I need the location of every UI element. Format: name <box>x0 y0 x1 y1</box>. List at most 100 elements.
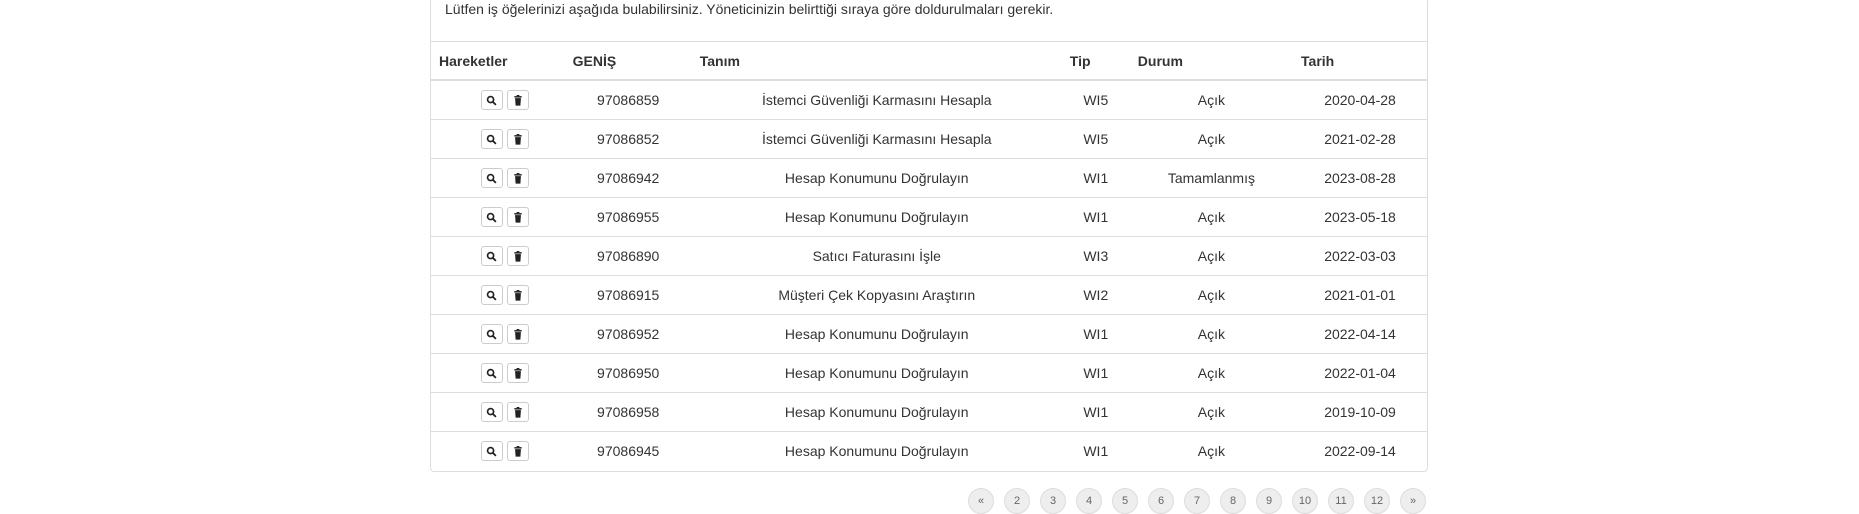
cell-status: Açık <box>1129 275 1294 315</box>
cell-date: 2022-04-14 <box>1293 314 1427 354</box>
header-status: Durum <box>1129 41 1294 81</box>
delete-button[interactable] <box>506 363 529 383</box>
cell-description: İstemci Güvenliği Karmasını Hesapla <box>691 119 1062 159</box>
table-row: 97086852 İstemci Güvenliği Karmasını Hesa… <box>431 119 1427 159</box>
view-button[interactable] <box>480 90 503 110</box>
intro-text: Lütfen iş öğelerinizi aşağıda bulabilirs… <box>445 1 1054 17</box>
header-actions: Hareketler <box>431 41 565 81</box>
delete-button[interactable] <box>506 168 529 188</box>
cell-type: WI1 <box>1061 314 1130 354</box>
trash-icon <box>513 406 523 418</box>
page-button[interactable]: « <box>968 488 994 514</box>
cell-date: 2020-04-28 <box>1293 80 1427 120</box>
view-button[interactable] <box>480 402 503 422</box>
search-icon <box>486 251 497 262</box>
cell-description: Hesap Konumunu Doğrulayın <box>784 443 969 459</box>
row-actions <box>431 275 565 315</box>
cell-id: 97086915 <box>564 275 692 315</box>
cell-id: 97086852 <box>564 119 692 159</box>
cell-status: Açık <box>1197 443 1226 459</box>
view-button[interactable] <box>480 285 503 305</box>
page-button[interactable]: » <box>1400 488 1426 514</box>
cell-id: 97086955 <box>564 197 692 237</box>
table-row: 97086955 Hesap Konumunu Doğrulayın WI1 Açık… <box>431 197 1427 237</box>
row-actions <box>431 353 565 393</box>
trash-icon <box>513 328 523 340</box>
cell-status: Açık <box>1129 314 1294 354</box>
page-button[interactable]: 4 <box>1076 488 1102 514</box>
delete-button[interactable] <box>506 285 529 305</box>
cell-date: 2021-02-28 <box>1293 119 1427 159</box>
page-button[interactable]: 11 <box>1328 488 1354 514</box>
cell-description: İstemci Güvenliği Karmasını Hesapla <box>691 80 1062 120</box>
search-icon <box>486 368 497 379</box>
cell-status: Açık <box>1129 236 1294 276</box>
delete-button[interactable] <box>506 441 529 461</box>
page-button[interactable]: 10 <box>1292 488 1318 514</box>
cell-type: WI2 <box>1061 275 1130 315</box>
page-button[interactable]: 12 <box>1364 488 1390 514</box>
view-button[interactable] <box>480 363 503 383</box>
delete-button[interactable] <box>506 90 529 110</box>
table-row: 97086942 Hesap Konumunu Doğrulayın WI1 Tama… <box>431 158 1427 198</box>
cell-description: Hesap Konumunu Doğrulayın <box>691 158 1062 198</box>
pagination: « 2 3 4 5 6 7 8 9 10 11 12 » <box>968 488 1426 514</box>
delete-button[interactable] <box>506 207 529 227</box>
cell-description: Satıcı Faturasını İşle <box>691 236 1062 276</box>
view-button[interactable] <box>480 168 503 188</box>
cell-date: 2019-10-09 <box>1293 392 1427 432</box>
delete-button[interactable] <box>506 246 529 266</box>
cell-type: WI1 <box>1061 353 1130 393</box>
page-button[interactable]: 6 <box>1148 488 1174 514</box>
cell-date: 2022-03-03 <box>1293 236 1427 276</box>
cell-type: WI5 <box>1061 80 1130 120</box>
cell-status: Tamamlanmış <box>1129 158 1294 198</box>
cell-status: Açık <box>1129 353 1294 393</box>
header-id: GENİŞ <box>564 41 692 81</box>
table-row: 97086958 Hesap Konumunu Doğrulayın WI1 Açık… <box>431 392 1427 432</box>
view-button[interactable] <box>480 324 503 344</box>
trash-icon <box>513 94 523 106</box>
row-actions <box>431 392 565 432</box>
cell-type: WI1 <box>1061 158 1130 198</box>
delete-button[interactable] <box>506 324 529 344</box>
header-date: Tarih <box>1293 41 1427 81</box>
cell-status: Açık <box>1129 197 1294 237</box>
cell-type: WI1 <box>1061 392 1130 432</box>
cell-description: Hesap Konumunu Doğrulayın <box>691 197 1062 237</box>
page-button[interactable]: 2 <box>1004 488 1030 514</box>
view-button[interactable] <box>480 246 503 266</box>
cell-description: Hesap Konumunu Doğrulayın <box>691 353 1062 393</box>
view-button[interactable] <box>480 129 503 149</box>
cell-date: 2022-01-04 <box>1293 353 1427 393</box>
cell-type: WI1 <box>1061 197 1130 237</box>
page-button[interactable]: 8 <box>1220 488 1246 514</box>
delete-button[interactable] <box>506 402 529 422</box>
cell-id: 97086945 <box>597 443 660 459</box>
header-description: Tanım <box>691 41 1062 81</box>
page-button[interactable]: 3 <box>1040 488 1066 514</box>
view-button[interactable] <box>480 207 503 227</box>
page-button[interactable]: 9 <box>1256 488 1282 514</box>
table-row: 97086950 Hesap Konumunu Doğrulayın WI1 Açık… <box>431 353 1427 393</box>
delete-button[interactable] <box>506 129 529 149</box>
page-button[interactable]: 7 <box>1184 488 1210 514</box>
cell-description: Hesap Konumunu Doğrulayın <box>691 314 1062 354</box>
table-row: 97086915 Müşteri Çek Kopyasını Araştırın W… <box>431 275 1427 315</box>
page-button[interactable]: 5 <box>1112 488 1138 514</box>
cell-status: Açık <box>1129 119 1294 159</box>
table-row: 97086945 Hesap Konumunu Doğrulayın WI1 Açık… <box>431 432 1427 471</box>
cell-id: 97086942 <box>564 158 692 198</box>
view-button[interactable] <box>480 441 503 461</box>
row-actions <box>431 432 565 471</box>
cell-date: 2023-05-18 <box>1293 197 1427 237</box>
cell-id: 97086859 <box>564 80 692 120</box>
work-items-panel: Lütfen iş öğelerinizi aşağıda bulabilirs… <box>430 0 1428 472</box>
header-type: Tip <box>1061 41 1130 81</box>
search-icon <box>486 95 497 106</box>
cell-id: 97086950 <box>564 353 692 393</box>
cell-date: 2022-09-14 <box>1324 443 1396 459</box>
trash-icon <box>513 367 523 379</box>
row-actions <box>431 119 565 159</box>
cell-id: 97086890 <box>564 236 692 276</box>
